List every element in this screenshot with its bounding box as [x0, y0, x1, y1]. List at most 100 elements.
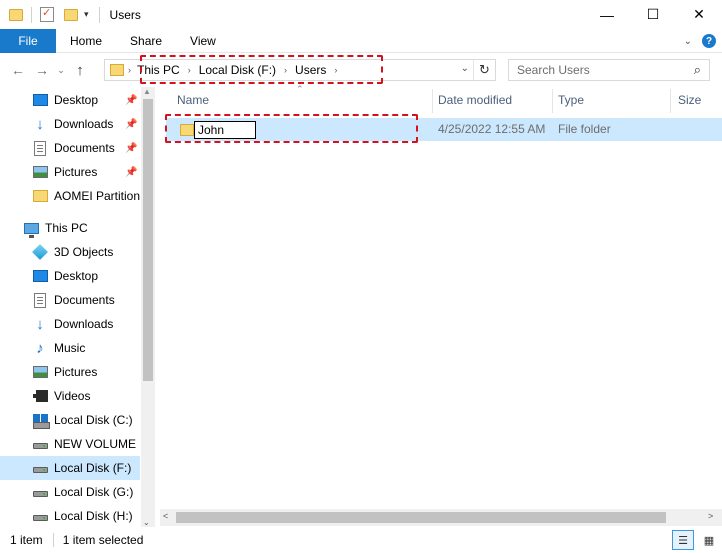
pin-icon[interactable]: 📌: [125, 95, 137, 106]
folder-icon: [32, 188, 48, 204]
desktop-icon: [32, 268, 48, 284]
tab-file[interactable]: File: [0, 28, 56, 53]
sidebar-item-local-disk-c[interactable]: Local Disk (C:): [0, 408, 140, 432]
sidebar-scrollbar[interactable]: ▲ ⌄: [141, 87, 155, 527]
3d-objects-icon: [32, 244, 48, 260]
new-folder-icon[interactable]: [64, 8, 78, 21]
pin-icon[interactable]: 📌: [125, 143, 137, 154]
ribbon-tabs: File Home Share View ⌄ ?: [0, 28, 722, 53]
sidebar-item-label: NEW VOLUME (E: [54, 437, 140, 451]
expand-ribbon-icon[interactable]: ⌄: [684, 36, 692, 47]
sidebar-item-desktop[interactable]: Desktop 📌: [0, 88, 140, 112]
downloads-icon: ↓: [36, 115, 44, 133]
title-bar: ▾ Users — ☐ ✕: [0, 0, 722, 29]
folder-icon: [110, 64, 124, 76]
column-header-name[interactable]: Name: [177, 87, 432, 113]
search-input[interactable]: [517, 63, 687, 77]
scrollbar-thumb[interactable]: [176, 512, 666, 523]
column-divider[interactable]: [670, 89, 671, 113]
this-pc-icon: [23, 220, 39, 238]
tab-share[interactable]: Share: [116, 29, 176, 53]
music-icon: ♪: [36, 339, 44, 357]
pictures-icon: [32, 364, 48, 380]
navigation-pane: Desktop 📌 ↓ Downloads 📌 Documents 📌 Pict…: [0, 87, 155, 527]
downloads-icon: ↓: [36, 315, 44, 333]
sidebar-item-videos[interactable]: Videos: [0, 384, 140, 408]
column-header-size[interactable]: Size: [678, 87, 722, 113]
minimize-button[interactable]: —: [584, 0, 630, 29]
sidebar-item-local-disk-f[interactable]: Local Disk (F:): [0, 456, 140, 480]
sidebar-item-label: Desktop: [54, 269, 99, 283]
horizontal-scrollbar[interactable]: < >: [160, 509, 722, 526]
sidebar-item-downloads-pc[interactable]: ↓ Downloads: [0, 312, 140, 336]
sidebar-item-desktop-pc[interactable]: Desktop: [0, 264, 140, 288]
selection-status: 1 item selected: [62, 533, 144, 547]
column-divider[interactable]: [552, 89, 553, 113]
scroll-right-icon[interactable]: >: [708, 511, 713, 521]
scroll-down-icon[interactable]: ⌄: [143, 518, 150, 527]
scroll-up-icon[interactable]: ▲: [143, 87, 151, 96]
window-controls: — ☐ ✕: [584, 0, 722, 29]
pin-icon[interactable]: 📌: [125, 167, 137, 178]
scroll-left-icon[interactable]: <: [163, 511, 168, 521]
sidebar-item-label: Local Disk (C:): [54, 413, 133, 427]
customize-toolbar-dropdown-icon[interactable]: ▾: [84, 9, 89, 20]
ribbon-right-controls: ⌄ ?: [684, 29, 716, 53]
drive-icon: [32, 508, 48, 524]
quick-access-toolbar: ▾ Users: [0, 0, 141, 29]
folder-icon[interactable]: [9, 8, 23, 21]
sidebar-item-label: Desktop: [54, 93, 99, 107]
search-box[interactable]: ⌕: [508, 59, 710, 81]
divider: [31, 6, 32, 23]
maximize-button[interactable]: ☐: [630, 0, 676, 29]
videos-icon: [32, 388, 48, 404]
sidebar-item-local-disk-g[interactable]: Local Disk (G:): [0, 480, 140, 504]
sidebar-item-this-pc[interactable]: This PC: [0, 216, 140, 240]
pin-icon[interactable]: 📌: [125, 119, 137, 130]
drive-icon: [32, 460, 48, 476]
sidebar-item-3d-objects[interactable]: 3D Objects: [0, 240, 140, 264]
help-icon[interactable]: ?: [702, 34, 716, 48]
large-icons-view-button[interactable]: ▦: [698, 530, 720, 550]
sidebar-item-pictures[interactable]: Pictures 📌: [0, 160, 140, 184]
tab-home[interactable]: Home: [56, 29, 116, 53]
sidebar-item-label: Downloads: [54, 317, 114, 331]
sidebar-item-label: Pictures: [54, 365, 98, 379]
desktop-icon: [32, 92, 48, 108]
sidebar-item-music[interactable]: ♪ Music: [0, 336, 140, 360]
recent-locations-button[interactable]: ⌄: [54, 58, 68, 82]
close-button[interactable]: ✕: [676, 0, 722, 29]
chevron-right-icon[interactable]: ›: [128, 65, 131, 75]
scrollbar-thumb[interactable]: [143, 99, 153, 381]
divider: [52, 533, 54, 547]
sidebar-item-local-disk-h[interactable]: Local Disk (H:): [0, 504, 140, 527]
refresh-button[interactable]: ↻: [473, 60, 495, 80]
sidebar-item-aomei-partition[interactable]: AOMEI Partition: [0, 184, 140, 208]
up-button[interactable]: ↑: [68, 58, 92, 82]
details-view-button[interactable]: ☰: [672, 530, 694, 550]
divider: [98, 6, 100, 23]
sidebar-item-pictures-pc[interactable]: Pictures: [0, 360, 140, 384]
forward-button[interactable]: →: [30, 58, 54, 82]
sidebar-item-downloads[interactable]: ↓ Downloads 📌: [0, 112, 140, 136]
sidebar-item-documents-pc[interactable]: Documents: [0, 288, 140, 312]
column-headers: Name Date modified Type Size: [155, 87, 722, 113]
item-count: 1 item: [10, 533, 43, 547]
date-modified-cell: 4/25/2022 12:55 AM: [438, 122, 546, 136]
search-icon[interactable]: ⌕: [694, 62, 701, 78]
sidebar-item-label: Local Disk (H:): [54, 509, 133, 523]
back-button[interactable]: ←: [6, 58, 30, 82]
column-header-type[interactable]: Type: [558, 87, 668, 113]
column-divider[interactable]: [432, 89, 433, 113]
sidebar-item-documents[interactable]: Documents 📌: [0, 136, 140, 160]
sidebar-item-new-volume-e[interactable]: NEW VOLUME (E: [0, 432, 140, 456]
tab-view[interactable]: View: [176, 29, 230, 53]
type-cell: File folder: [558, 122, 611, 136]
sidebar-item-label: This PC: [45, 221, 88, 235]
properties-icon[interactable]: [40, 6, 54, 22]
documents-icon: [32, 292, 48, 308]
address-dropdown-icon[interactable]: ⌄: [461, 63, 469, 74]
column-header-date-modified[interactable]: Date modified: [438, 87, 553, 113]
sidebar-item-label: Downloads: [54, 117, 114, 131]
sidebar-item-label: 3D Objects: [54, 245, 114, 259]
